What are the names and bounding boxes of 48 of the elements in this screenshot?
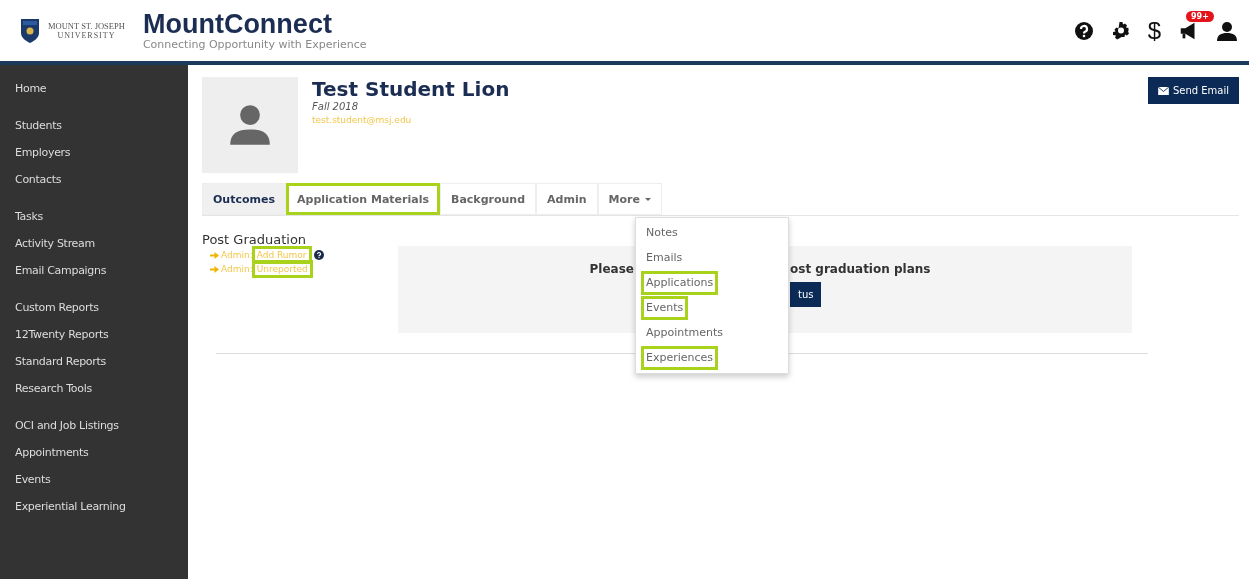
help-icon[interactable] xyxy=(1073,20,1094,41)
sidebar-item[interactable]: Home xyxy=(15,79,188,98)
tab[interactable]: More xyxy=(597,183,662,215)
settings-icon[interactable] xyxy=(1110,20,1131,41)
university-crest-icon xyxy=(20,16,40,45)
panel-text: Please xyxy=(588,262,634,276)
user-icon[interactable] xyxy=(1217,20,1237,41)
tab[interactable]: Outcomes xyxy=(202,183,286,215)
tagline: Connecting Opportunity with Experience xyxy=(142,38,367,51)
billing-button[interactable]: $ xyxy=(1147,16,1161,45)
university-subtitle: UNIVERSITY xyxy=(57,31,116,40)
sidebar-item[interactable]: 12Twenty Reports xyxy=(15,325,188,344)
app-title: MountConnect xyxy=(142,10,333,38)
menu-item[interactable]: Emails xyxy=(644,249,685,267)
envelope-icon xyxy=(1157,86,1169,95)
sidebar-item[interactable]: Appointments xyxy=(15,443,188,462)
sidebar-item[interactable]: Events xyxy=(15,470,188,489)
sidebar-item[interactable]: Research Tools xyxy=(15,379,188,398)
section-heading: Post Graduation xyxy=(202,232,308,247)
menu-item[interactable]: Appointments xyxy=(644,324,726,342)
help-icon[interactable] xyxy=(313,250,324,260)
menu-item[interactable]: Events xyxy=(644,299,686,317)
sidebar-item[interactable]: Activity Stream xyxy=(15,234,188,253)
menu-item[interactable]: Notes xyxy=(644,224,680,242)
send-email-button[interactable]: Send Email xyxy=(1147,77,1239,104)
university-name: MOUNT ST. JOSEPH xyxy=(48,21,125,31)
notification-badge: 99+ xyxy=(1186,10,1214,22)
sidebar-item[interactable]: Email Campaigns xyxy=(15,261,188,280)
student-name: Test Student Lion xyxy=(312,77,511,101)
sidebar-item[interactable]: Employers xyxy=(15,143,188,162)
menu-item[interactable]: Applications xyxy=(644,274,716,292)
sidebar-item[interactable]: Custom Reports xyxy=(15,298,188,317)
sidebar-item[interactable]: Tasks xyxy=(15,207,188,226)
tab[interactable]: Admin xyxy=(536,183,598,215)
sidebar-item[interactable]: Experiential Learning xyxy=(15,497,188,516)
tab[interactable]: Background xyxy=(440,183,537,215)
person-silhouette-icon xyxy=(228,103,272,147)
sidebar-item[interactable]: OCI and Job Listings xyxy=(15,416,188,435)
tab[interactable]: Application Materials xyxy=(286,183,441,215)
link-prefix: Admin: xyxy=(221,264,253,274)
panel-text: ost graduation plans xyxy=(790,262,931,276)
student-term: Fall 2018 xyxy=(312,101,360,112)
menu-item[interactable]: Experiences xyxy=(644,349,716,367)
sidebar-item[interactable]: Standard Reports xyxy=(15,352,188,371)
status-button[interactable]: tus xyxy=(790,282,822,307)
sidebar-item[interactable]: Students xyxy=(15,116,188,135)
link-prefix: Admin: xyxy=(221,250,253,260)
sidebar-item[interactable]: Contacts xyxy=(15,170,188,189)
